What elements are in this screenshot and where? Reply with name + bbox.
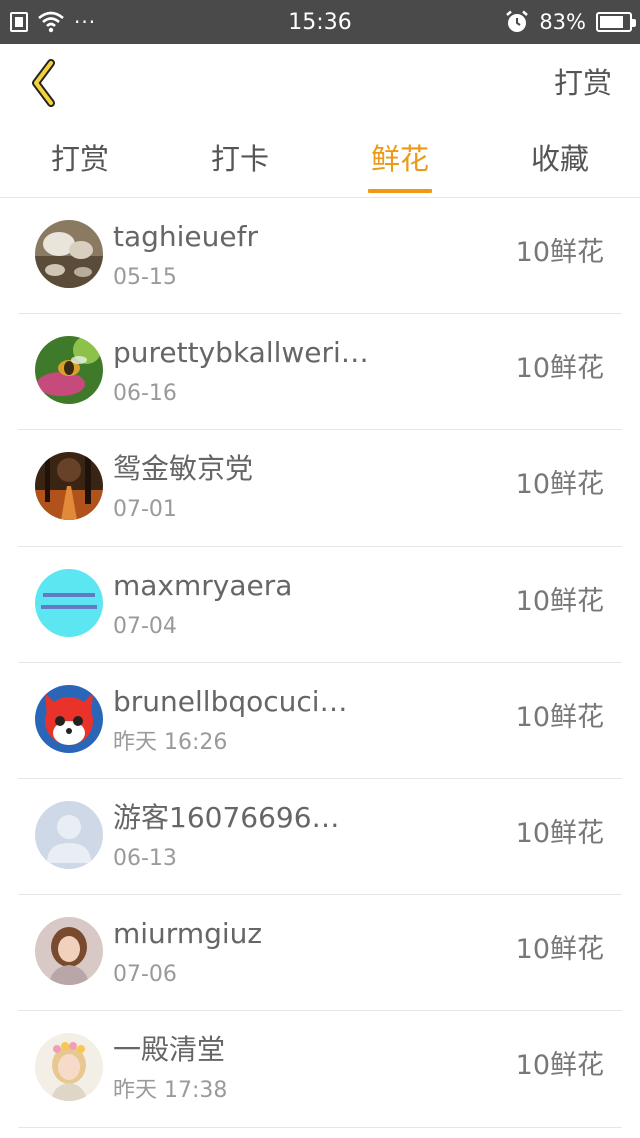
user-name: miurmgiuz [113, 917, 263, 951]
photo-dog-and-cat-avatar [35, 220, 103, 288]
list-item[interactable]: 鸳金敏京党 07-01 10鲜花 [18, 430, 622, 547]
tab-favorites[interactable]: 收藏 [480, 122, 640, 197]
back-button[interactable] [16, 56, 72, 110]
reward-action-button[interactable]: 打赏 [554, 64, 612, 102]
tab-label: 打赏 [50, 142, 109, 176]
list-item[interactable]: taghieuefr 05-15 10鲜花 [18, 198, 622, 315]
active-tab-indicator [368, 189, 432, 193]
status-bar: ··· 15:36 83% [0, 0, 640, 44]
tab-flowers[interactable]: 鲜花 [320, 122, 480, 197]
photo-bee-on-flower-avatar [35, 336, 103, 405]
cartoon-red-fox-avatar [35, 684, 103, 753]
avatar[interactable] [35, 800, 103, 869]
tab-label: 鲜花 [370, 142, 429, 176]
gift-date: 07-04 [113, 613, 177, 639]
gift-amount: 10鲜花 [515, 353, 604, 385]
list-item[interactable]: 游客16076696… 06-13 10鲜花 [18, 779, 622, 896]
photo-child-flower-crown-avatar [35, 1033, 103, 1102]
gift-date: 07-06 [113, 962, 177, 988]
battery-level-fill [600, 16, 624, 28]
gift-amount: 10鲜花 [515, 934, 604, 966]
user-name: 鸳金敏京党 [113, 452, 254, 486]
battery-icon [596, 12, 636, 32]
avatar[interactable] [35, 568, 103, 637]
avatar[interactable] [35, 684, 103, 753]
battery-percent: 83% [539, 10, 586, 34]
gift-amount: 10鲜花 [515, 585, 604, 617]
default-user-silhouette-avatar [35, 800, 103, 869]
user-name: 游客16076696… [113, 800, 340, 834]
list-item[interactable]: purettybkallweri… 06-16 10鲜花 [18, 314, 622, 431]
gift-amount: 10鲜花 [515, 701, 604, 733]
gift-amount: 10鲜花 [515, 817, 604, 849]
avatar[interactable] [35, 336, 103, 405]
user-name: maxmryaera [113, 568, 293, 602]
gift-date: 06-13 [113, 845, 177, 871]
flower-gift-list: taghieuefr 05-15 10鲜花 purettybkallweri… … [0, 198, 640, 1128]
gift-date: 昨天 17:38 [113, 1078, 228, 1104]
user-name: taghieuefr [113, 220, 259, 253]
list-item[interactable]: 一殿清堂 昨天 17:38 10鲜花 [18, 1011, 622, 1128]
gift-date: 06-16 [113, 381, 177, 407]
photo-girl-portrait-avatar [35, 917, 103, 986]
tab-bar: 打赏 打卡 鲜花 收藏 [0, 122, 640, 198]
user-name: 一殿清堂 [113, 1033, 226, 1067]
tab-reward[interactable]: 打赏 [0, 122, 160, 197]
gift-date: 昨天 16:26 [113, 729, 228, 755]
avatar[interactable] [35, 1033, 103, 1102]
list-item[interactable]: maxmryaera 07-04 10鲜花 [18, 547, 622, 663]
list-item[interactable]: miurmgiuz 07-06 10鲜花 [18, 895, 622, 1012]
tab-label: 打卡 [210, 142, 269, 176]
alarm-icon [506, 10, 529, 32]
gift-amount: 10鲜花 [515, 1050, 604, 1082]
cyan-text-image-avatar [35, 568, 103, 637]
photo-autumn-forest-avatar [35, 452, 103, 521]
status-right-icons: 83% [505, 9, 636, 35]
user-name: brunellbqocuci… [113, 684, 348, 718]
tab-checkin[interactable]: 打卡 [160, 122, 320, 197]
top-bar: 打赏 [0, 44, 640, 122]
tab-label: 收藏 [530, 142, 589, 176]
gift-amount: 10鲜花 [515, 237, 604, 268]
chevron-left-icon [32, 59, 55, 107]
avatar[interactable] [35, 452, 103, 521]
avatar[interactable] [35, 917, 103, 986]
list-item[interactable]: brunellbqocuci… 昨天 16:26 10鲜花 [18, 663, 622, 779]
gift-amount: 10鲜花 [515, 469, 604, 501]
gift-date: 05-15 [113, 265, 177, 290]
user-name: purettybkallweri… [113, 336, 369, 370]
avatar[interactable] [35, 220, 103, 288]
gift-date: 07-01 [113, 497, 177, 523]
